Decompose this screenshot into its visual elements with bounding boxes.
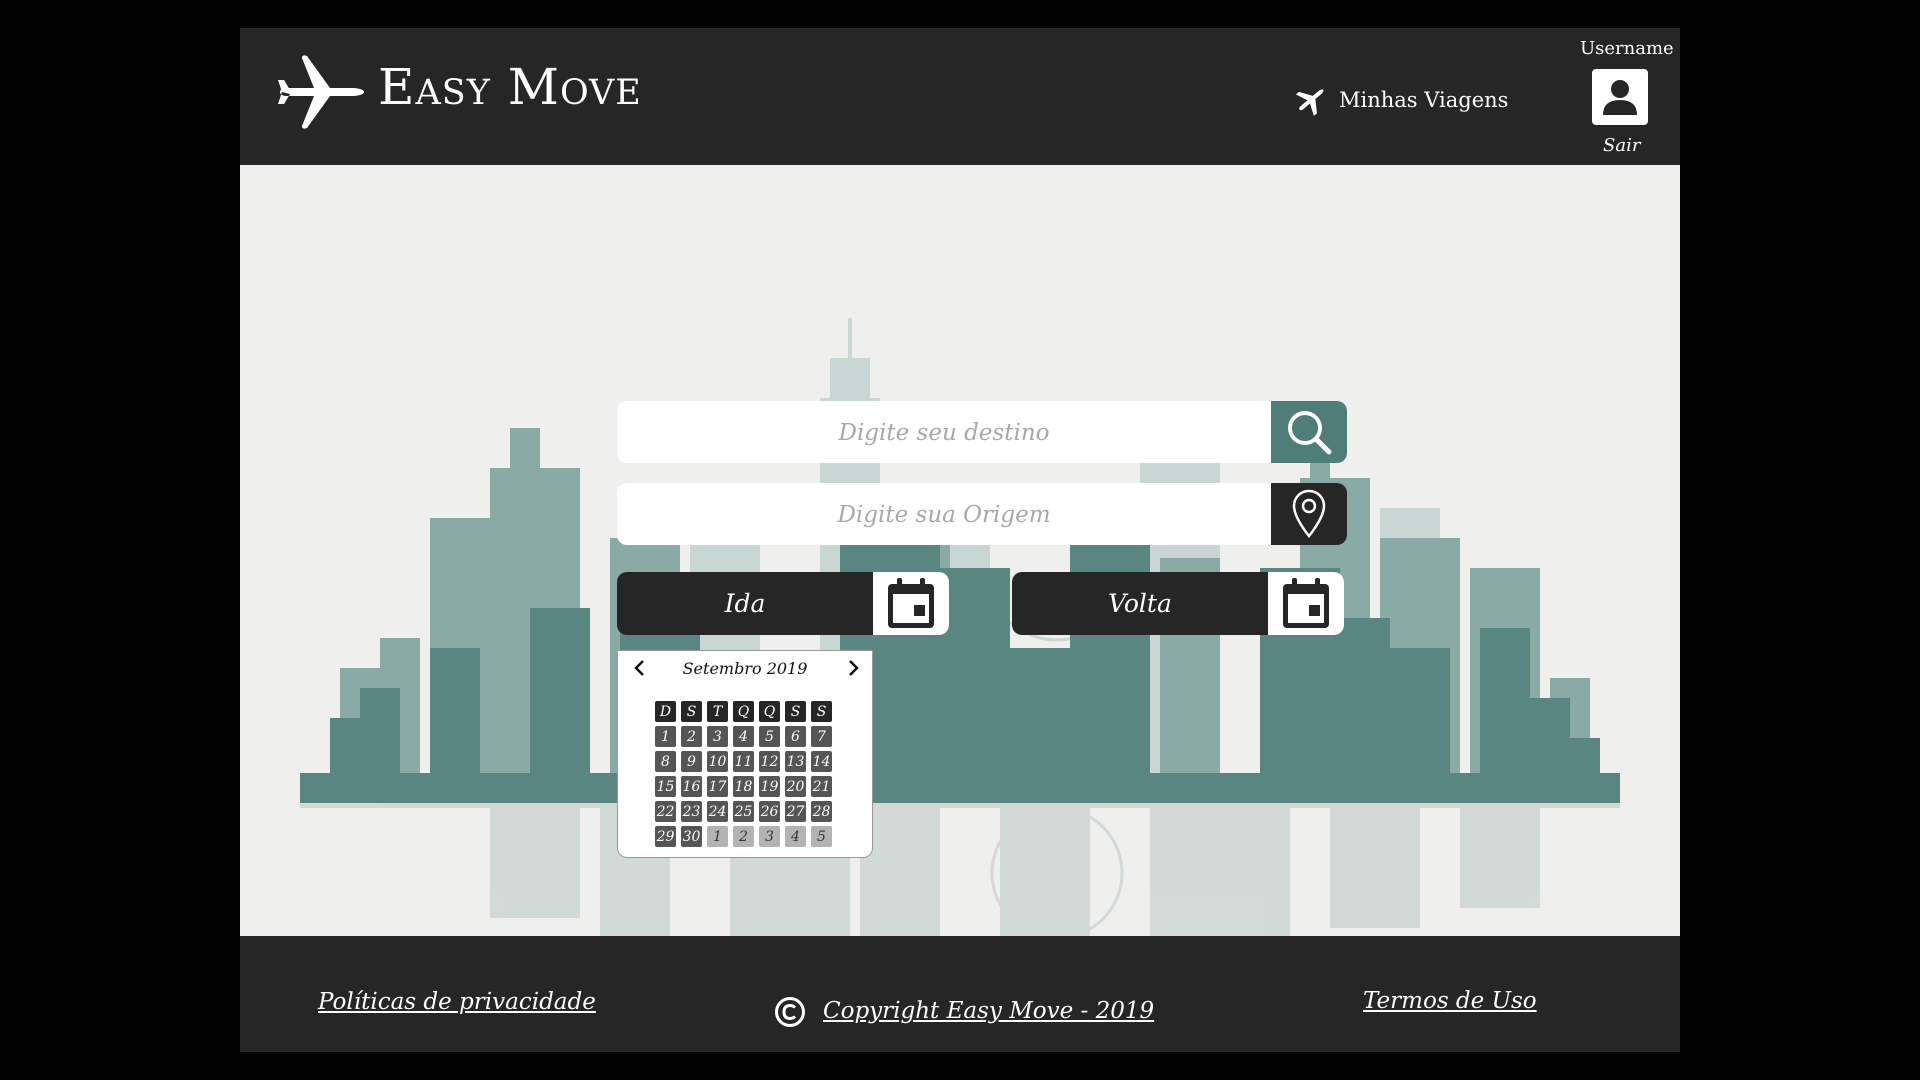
calendar-day[interactable]: 5 — [759, 726, 780, 747]
calendar-day-next-month[interactable]: 3 — [759, 826, 780, 847]
calendar-day[interactable]: 26 — [759, 801, 780, 822]
search-icon — [1288, 411, 1332, 455]
privacy-policy-link[interactable]: Políticas de privacidade — [318, 989, 596, 1015]
calendar-popup: Setembro 2019 D S T Q Q S S 1 2 3 4 5 6 7 8 9 10 11 12 13 14… — [617, 650, 873, 858]
my-trips-link[interactable]: Minhas Viagens — [1293, 82, 1508, 118]
calendar-grid: D S T Q Q S S 1 2 3 4 5 6 7 8 9 10 11 12 13 14 15 16 17 18 19 20 21… — [655, 701, 832, 847]
calendar-day-next-month[interactable]: 1 — [707, 826, 728, 847]
calendar-day[interactable]: 30 — [681, 826, 702, 847]
calendar-day-next-month[interactable]: 2 — [733, 826, 754, 847]
logout-link[interactable]: Sair — [1603, 135, 1640, 156]
calendar-day[interactable]: 17 — [707, 776, 728, 797]
calendar-day[interactable]: 11 — [733, 751, 754, 772]
calendar-month-label: Setembro 2019 — [682, 659, 808, 678]
calendar-day[interactable]: 22 — [655, 801, 676, 822]
destination-field — [617, 401, 1347, 463]
header: Easy Move Minhas Viagens Username Sair — [240, 28, 1680, 165]
calendar-day[interactable]: 3 — [707, 726, 728, 747]
calendar-day[interactable]: 20 — [785, 776, 806, 797]
calendar-weekday-header: S — [681, 701, 702, 722]
calendar-day[interactable]: 15 — [655, 776, 676, 797]
my-trips-label: Minhas Viagens — [1339, 88, 1509, 112]
calendar-day[interactable]: 23 — [681, 801, 702, 822]
airplane-icon — [278, 55, 364, 129]
calendar-day[interactable]: 21 — [811, 776, 832, 797]
calendar-weekday-header: S — [811, 701, 832, 722]
origin-input[interactable] — [617, 483, 1271, 545]
calendar-weekday-header: S — [785, 701, 806, 722]
calendar-icon — [1283, 577, 1329, 628]
calendar-day-next-month[interactable]: 4 — [785, 826, 806, 847]
user-icon — [1603, 80, 1637, 115]
chevron-right-icon[interactable] — [842, 657, 864, 679]
destination-input[interactable] — [617, 401, 1271, 463]
search-button[interactable] — [1271, 401, 1347, 463]
map-pin-icon — [1292, 489, 1326, 538]
calendar-day[interactable]: 1 — [655, 726, 676, 747]
calendar-day[interactable]: 4 — [733, 726, 754, 747]
airplane-icon — [1295, 89, 1324, 116]
terms-of-use-link[interactable]: Termos de Uso — [1363, 988, 1537, 1014]
calendar-day[interactable]: 9 — [681, 751, 702, 772]
calendar-day[interactable]: 24 — [707, 801, 728, 822]
calendar-weekday-header: T — [707, 701, 728, 722]
calendar-day[interactable]: 8 — [655, 751, 676, 772]
calendar-day[interactable]: 10 — [707, 751, 728, 772]
calendar-day[interactable]: 6 — [785, 726, 806, 747]
calendar-icon — [888, 577, 934, 628]
calendar-day[interactable]: 18 — [733, 776, 754, 797]
calendar-day[interactable]: 25 — [733, 801, 754, 822]
depart-date-picker[interactable]: Ida — [617, 572, 949, 635]
app-frame: Easy Move Minhas Viagens Username Sair D… — [240, 28, 1680, 1052]
copyright-link[interactable]: Copyright Easy Move - 2019 — [823, 998, 1154, 1024]
return-calendar-button[interactable] — [1268, 572, 1344, 635]
calendar-weekday-header: Q — [759, 701, 780, 722]
calendar-day[interactable]: 7 — [811, 726, 832, 747]
calendar-day[interactable]: 16 — [681, 776, 702, 797]
calendar-weekday-header: D — [655, 701, 676, 722]
depart-date-label: Ida — [724, 589, 766, 618]
return-date-label: Volta — [1108, 589, 1172, 618]
calendar-day[interactable]: 2 — [681, 726, 702, 747]
footer: Políticas de privacidade Copyright Easy … — [240, 936, 1680, 1052]
calendar-day[interactable]: 19 — [759, 776, 780, 797]
location-button[interactable] — [1271, 483, 1347, 545]
calendar-day[interactable]: 28 — [811, 801, 832, 822]
depart-calendar-button[interactable] — [873, 572, 949, 635]
user-avatar[interactable] — [1592, 69, 1648, 125]
return-date-picker[interactable]: Volta — [1012, 572, 1344, 635]
calendar-day[interactable]: 13 — [785, 751, 806, 772]
username-label: Username — [1580, 38, 1674, 59]
calendar-day[interactable]: 12 — [759, 751, 780, 772]
calendar-day-next-month[interactable]: 5 — [811, 826, 832, 847]
brand-title: Easy Move — [378, 58, 642, 116]
calendar-day[interactable]: 14 — [811, 751, 832, 772]
copyright-icon — [775, 997, 805, 1027]
calendar-day[interactable]: 29 — [655, 826, 676, 847]
calendar-weekday-header: Q — [733, 701, 754, 722]
calendar-day[interactable]: 27 — [785, 801, 806, 822]
origin-field — [617, 483, 1347, 545]
